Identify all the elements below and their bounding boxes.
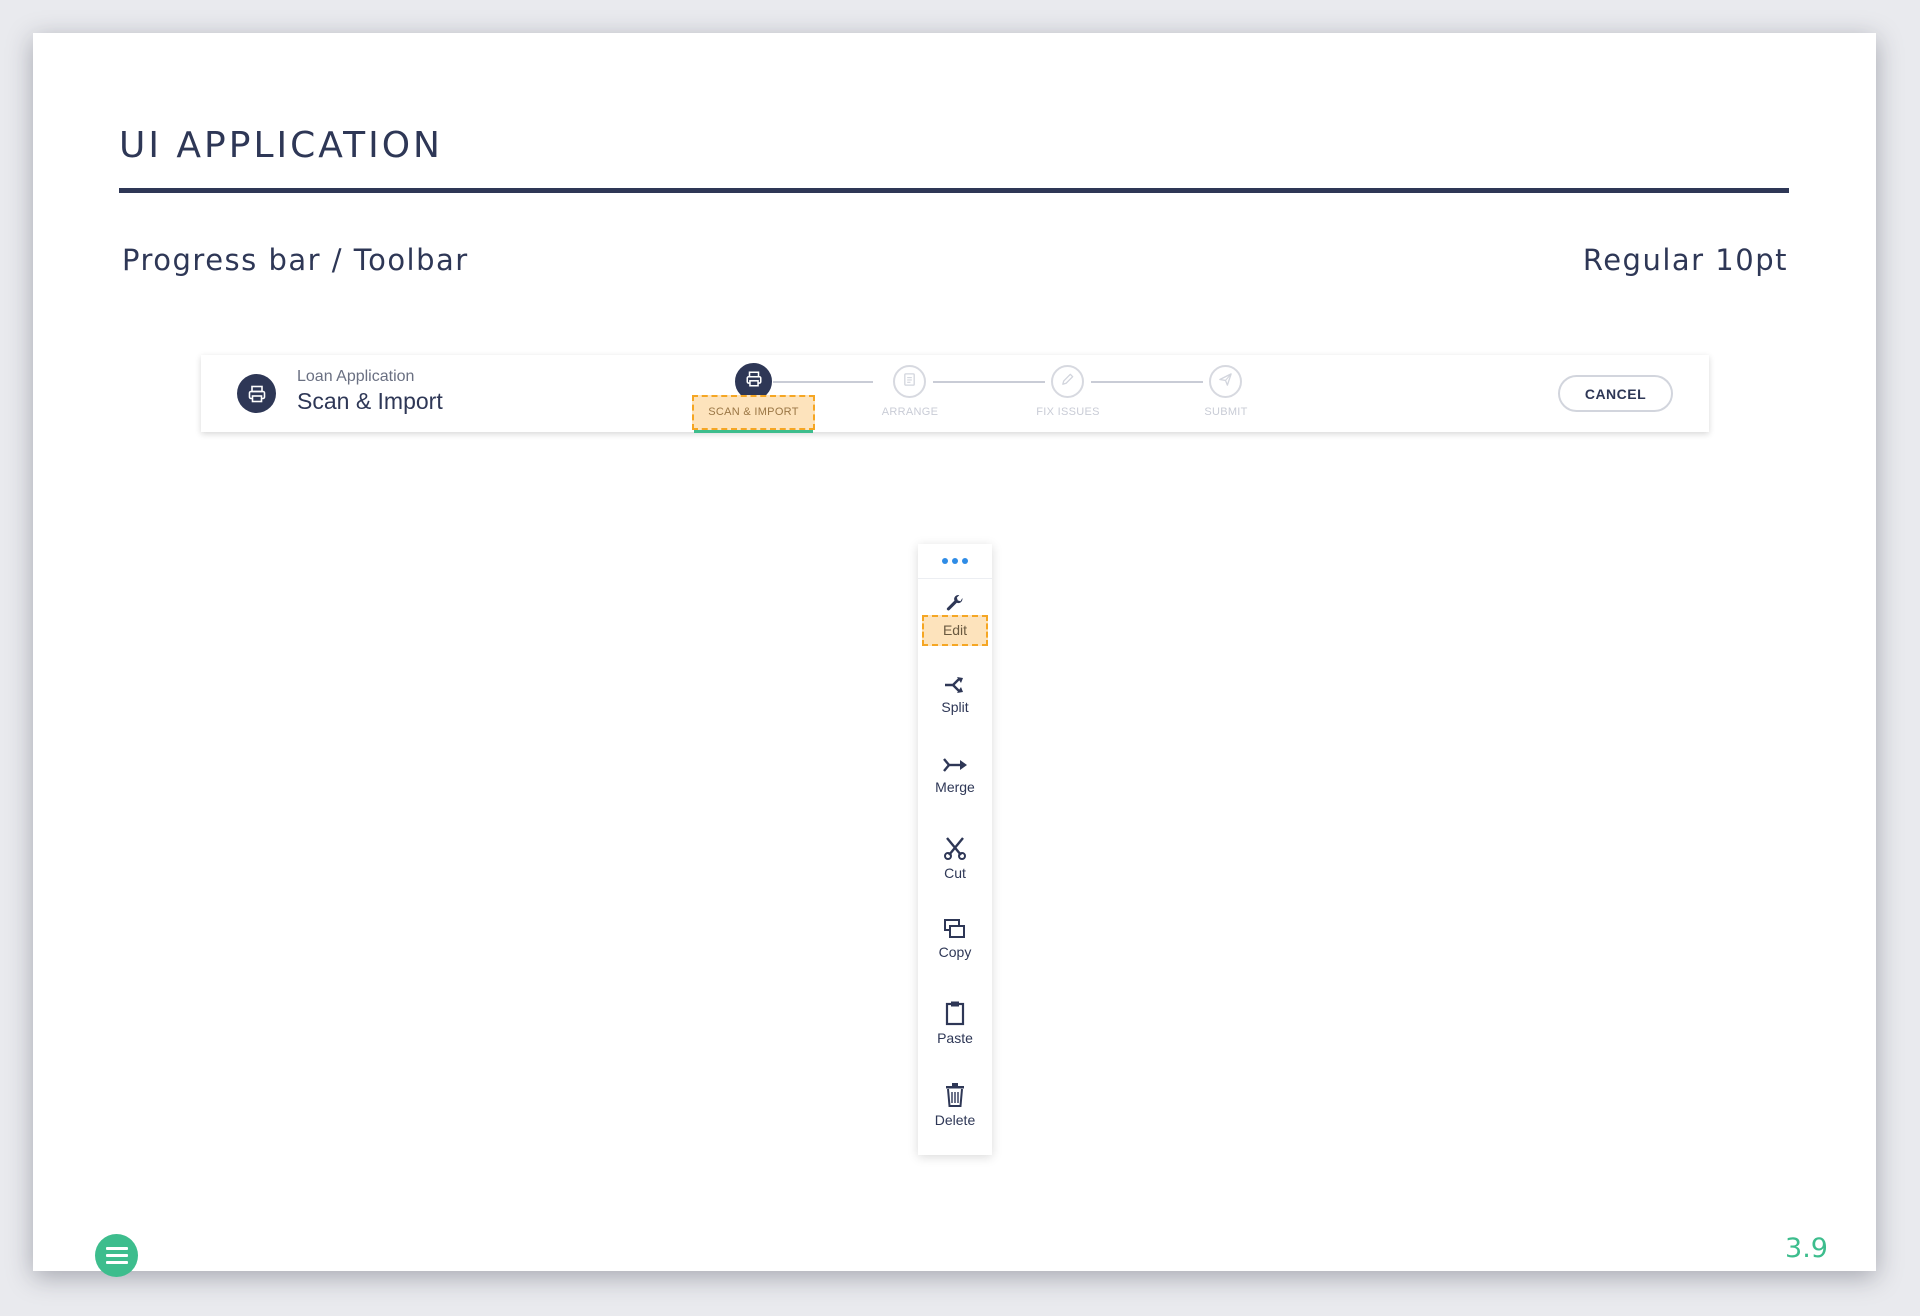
step-label-arrange: ARRANGE <box>881 406 939 418</box>
scissors-icon <box>943 835 967 861</box>
slide: UI APPLICATION Progress bar / Toolbar Re… <box>33 33 1876 1277</box>
merge-label: Merge <box>935 779 975 795</box>
paste-label: Paste <box>937 1030 973 1046</box>
step-label-fix-issues: FIX ISSUES <box>1036 406 1100 418</box>
font-spec-label: Regular 10pt <box>1582 243 1788 277</box>
copy-icon <box>943 918 967 940</box>
app-subtitle: Loan Application <box>297 368 415 385</box>
printer-icon <box>745 370 763 393</box>
pencil-icon <box>1060 372 1075 392</box>
split-tool[interactable]: Split <box>918 675 992 735</box>
vertical-toolbar: Edit Split Merge Cut Copy Paste Delete <box>918 544 992 1155</box>
page-number: 3.9 <box>1785 1233 1828 1264</box>
cut-label: Cut <box>944 865 966 881</box>
wrench-icon <box>944 593 966 615</box>
step-label-scan-import: SCAN & IMPORT <box>692 395 815 430</box>
delete-tool[interactable]: Delete <box>918 1082 992 1142</box>
step-connector <box>933 381 1045 383</box>
progress-bar: Loan Application Scan & Import SCAN & IM… <box>201 355 1709 433</box>
hamburger-menu-icon[interactable] <box>95 1234 138 1277</box>
section-label: Progress bar / Toolbar <box>122 243 469 277</box>
delete-label: Delete <box>934 1112 976 1128</box>
send-icon <box>1218 372 1233 392</box>
edit-tool[interactable]: Edit <box>918 593 992 653</box>
slide-title: UI APPLICATION <box>119 125 443 166</box>
edit-label: Edit <box>922 615 988 646</box>
merge-tool[interactable]: Merge <box>918 755 992 815</box>
trash-icon <box>944 1082 966 1108</box>
copy-tool[interactable]: Copy <box>918 918 992 978</box>
merge-icon <box>942 755 968 775</box>
printer-icon <box>237 374 276 413</box>
cut-tool[interactable]: Cut <box>918 835 992 895</box>
cancel-button[interactable]: CANCEL <box>1558 375 1673 412</box>
app-title: Scan & Import <box>297 388 443 414</box>
step-arrange[interactable] <box>893 365 926 398</box>
paste-tool[interactable]: Paste <box>918 1000 992 1060</box>
step-fix-issues[interactable] <box>1051 365 1084 398</box>
step-connector <box>773 381 873 383</box>
more-dots-icon[interactable] <box>918 544 992 579</box>
split-label: Split <box>941 699 969 715</box>
document-icon <box>902 372 917 392</box>
split-icon <box>943 675 967 695</box>
step-submit[interactable] <box>1209 365 1242 398</box>
step-label-submit: SUBMIT <box>1204 406 1248 418</box>
active-step-underline <box>694 430 813 433</box>
clipboard-icon <box>944 1000 966 1026</box>
step-connector <box>1091 381 1203 383</box>
copy-label: Copy <box>938 944 972 960</box>
title-divider <box>119 188 1789 193</box>
